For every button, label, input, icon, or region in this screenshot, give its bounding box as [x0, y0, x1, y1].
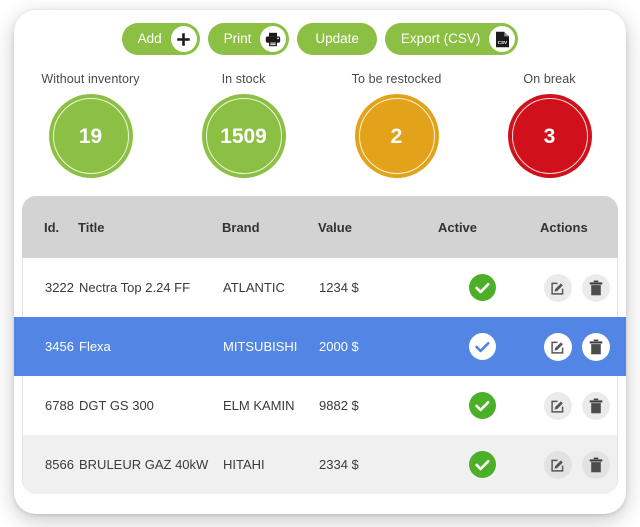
- printer-icon: [260, 26, 287, 52]
- cell-active: [427, 451, 537, 478]
- stat-value: 19: [78, 124, 103, 148]
- stat-value: 2: [390, 124, 403, 148]
- trash-icon: [589, 339, 603, 354]
- toolbar-button-update[interactable]: Update: [297, 23, 377, 55]
- cell-title: Nectra Top 2.24 FF: [79, 280, 191, 295]
- csv-file-icon: CSV: [489, 26, 516, 52]
- stat-value: 1509: [220, 124, 267, 148]
- trash-icon: [589, 457, 603, 472]
- app-root: Add Print Update Export (CSV) CSV Without in…: [0, 0, 640, 527]
- stat-circle: 3: [507, 94, 592, 178]
- table-header-row: Id. Title Brand Value Active Actions: [22, 196, 618, 258]
- stats-row: Without inventory 19 In stock 1509 To be res…: [14, 72, 626, 178]
- stat-card: To be restocked 2: [322, 72, 472, 178]
- cell-active: [427, 333, 537, 360]
- column-header-title: Title: [78, 219, 105, 235]
- cell-actions: [537, 391, 617, 420]
- main-card: Add Print Update Export (CSV) CSV Without in…: [14, 10, 626, 514]
- row-action-edit-button[interactable]: [544, 332, 572, 361]
- column-header-value: Value: [318, 219, 352, 235]
- table-row[interactable]: 3222 Nectra Top 2.24 FF ATLANTIC 1234 $: [23, 258, 617, 317]
- cell-title: Flexa: [79, 339, 111, 354]
- trash-icon: [589, 280, 603, 295]
- check-icon: [474, 341, 489, 352]
- toolbar-button-label: Update: [315, 30, 359, 46]
- row-action-edit-button[interactable]: [544, 450, 572, 479]
- toolbar-button-label: Print: [223, 30, 252, 46]
- check-icon: [474, 459, 489, 470]
- cell-id: 3222: [45, 280, 74, 295]
- row-action-delete-button[interactable]: [582, 273, 610, 302]
- toolbar-button-export-csv[interactable]: Export (CSV) CSV: [384, 23, 519, 55]
- stat-label: On break: [523, 72, 576, 86]
- cell-id: 8566: [45, 457, 74, 472]
- cell-brand: ELM KAMIN: [223, 398, 295, 413]
- cell-title: BRULEUR GAZ 40kW: [79, 457, 209, 472]
- cell-brand: HITAHI: [223, 457, 265, 472]
- table-body: 3222 Nectra Top 2.24 FF ATLANTIC 1234 $ 3456…: [14, 258, 626, 494]
- stat-card: In stock 1509: [169, 72, 319, 178]
- edit-icon: [551, 341, 564, 354]
- table-row[interactable]: 8566 BRULEUR GAZ 40kW HITAHI 2334 $: [23, 435, 617, 494]
- cell-active: [427, 274, 537, 301]
- column-header-id: Id.: [44, 219, 60, 235]
- data-table: Id. Title Brand Value Active Actions 322…: [14, 196, 626, 514]
- active-check-badge: [468, 451, 496, 478]
- cell-actions: [537, 273, 617, 302]
- stat-circle: 2: [354, 94, 439, 178]
- stat-label: Without inventory: [41, 72, 140, 86]
- cell-brand: ATLANTIC: [223, 280, 285, 295]
- cell-value: 2334 $: [319, 457, 359, 472]
- edit-icon: [551, 459, 564, 472]
- row-action-delete-button[interactable]: [582, 332, 610, 361]
- toolbar-button-print[interactable]: Print: [207, 23, 290, 55]
- row-action-edit-button[interactable]: [544, 391, 572, 420]
- cell-id: 6788: [45, 398, 74, 413]
- trash-icon: [589, 398, 603, 413]
- cell-active: [427, 392, 537, 419]
- cell-value: 2000 $: [319, 339, 359, 354]
- toolbar: Add Print Update Export (CSV) CSV: [14, 23, 626, 55]
- column-header-active: Active: [438, 219, 478, 235]
- active-check-badge: [468, 392, 496, 419]
- edit-icon: [551, 400, 564, 413]
- cell-brand: MITSUBISHI: [223, 339, 298, 354]
- cell-actions: [537, 450, 617, 479]
- column-header-actions: Actions: [540, 219, 588, 235]
- check-icon: [474, 400, 489, 411]
- stat-value: 3: [543, 124, 556, 148]
- cell-actions: [537, 332, 617, 361]
- stat-circle: 19: [48, 94, 133, 178]
- toolbar-button-add[interactable]: Add: [121, 23, 200, 55]
- cell-id: 3456: [45, 339, 74, 354]
- stat-circle: 1509: [201, 94, 286, 178]
- plus-icon: [177, 32, 190, 46]
- plus-icon: [170, 26, 197, 52]
- toolbar-button-label: Export (CSV): [400, 30, 481, 46]
- stat-label: To be restocked: [351, 72, 442, 86]
- toolbar-button-label: Add: [137, 30, 162, 46]
- stat-card: On break 3: [475, 72, 625, 178]
- column-header-brand: Brand: [222, 219, 260, 235]
- edit-icon: [551, 282, 564, 295]
- row-action-edit-button[interactable]: [544, 273, 572, 302]
- table-row[interactable]: 6788 DGT GS 300 ELM KAMIN 9882 $: [23, 376, 617, 435]
- csv-file-icon: CSV: [495, 31, 509, 47]
- active-check-badge: [468, 274, 496, 301]
- cell-value: 9882 $: [319, 398, 359, 413]
- stat-card: Without inventory 19: [16, 72, 166, 178]
- active-check-badge: [468, 333, 496, 360]
- row-action-delete-button[interactable]: [582, 450, 610, 479]
- printer-icon: [266, 32, 281, 46]
- check-icon: [474, 282, 489, 293]
- cell-value: 1234 $: [319, 280, 359, 295]
- row-action-delete-button[interactable]: [582, 391, 610, 420]
- table-row[interactable]: 3456 Flexa MITSUBISHI 2000 $: [14, 317, 626, 376]
- cell-title: DGT GS 300: [79, 398, 154, 413]
- stat-label: In stock: [221, 72, 266, 86]
- svg-text:CSV: CSV: [498, 40, 508, 45]
